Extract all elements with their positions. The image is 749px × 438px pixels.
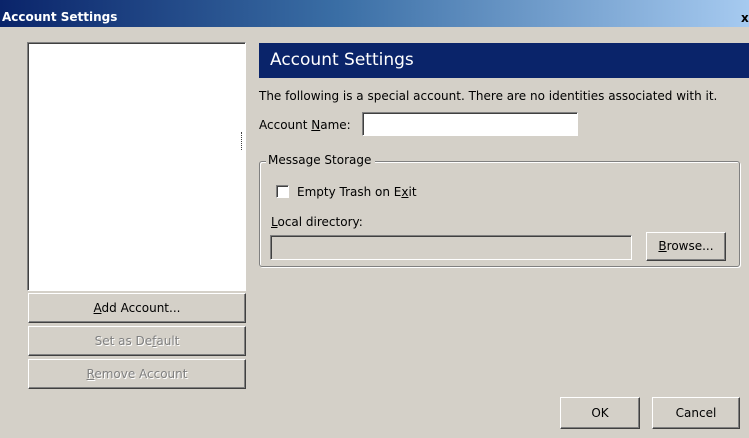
set-as-default-button[interactable]: Set as Default [28, 326, 246, 356]
account-list[interactable] [27, 42, 246, 291]
close-icon[interactable]: x [741, 11, 749, 25]
remove-account-button[interactable]: Remove Account [28, 359, 246, 389]
account-name-field[interactable] [362, 112, 578, 136]
add-account-button[interactable]: Add Account... [28, 293, 246, 323]
local-directory-field [270, 235, 632, 260]
empty-trash-label[interactable]: Empty Trash on Exit [297, 185, 417, 199]
message-storage-legend: Message Storage [266, 153, 376, 167]
account-settings-dialog: Account Settings x Add Account... Set as… [0, 0, 749, 438]
cancel-button[interactable]: Cancel [652, 397, 740, 429]
list-splitter-handle[interactable] [241, 132, 243, 150]
account-description: The following is a special account. Ther… [259, 89, 718, 103]
window-title: Account Settings [2, 10, 118, 24]
account-name-label: Account Name: [259, 118, 351, 132]
panel-header: Account Settings [259, 43, 749, 78]
local-directory-label: Local directory: [271, 215, 363, 229]
browse-button[interactable]: Browse... [646, 232, 726, 261]
empty-trash-checkbox[interactable] [276, 185, 289, 198]
ok-button[interactable]: OK [560, 397, 640, 429]
title-bar[interactable]: Account Settings x [0, 0, 749, 27]
